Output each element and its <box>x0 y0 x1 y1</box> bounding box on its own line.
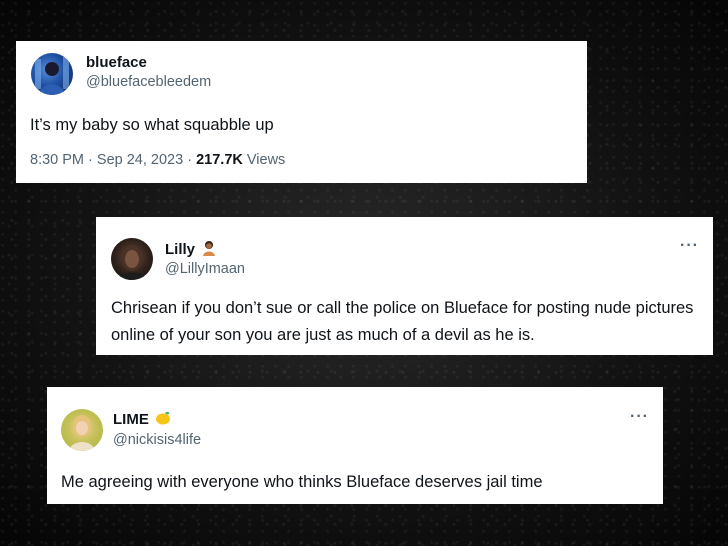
avatar[interactable] <box>61 409 103 451</box>
tweet-text: It’s my baby so what squabble up <box>30 116 274 134</box>
more-options-icon[interactable]: ··· <box>680 238 699 254</box>
profile-photo-icon <box>69 415 95 451</box>
meta-separator: · <box>88 152 93 168</box>
display-name[interactable]: Lilly <box>165 240 217 260</box>
tweet-text: Chrisean if you don’t sue or call the po… <box>111 299 694 344</box>
display-name[interactable]: blueface <box>86 54 147 71</box>
profile-photo-icon <box>117 245 147 280</box>
display-name[interactable]: LIME <box>113 410 171 430</box>
display-name-text[interactable]: LIME <box>113 411 149 428</box>
views-label: Views <box>246 152 286 168</box>
lemon-emoji-icon <box>155 410 171 430</box>
tweet-time[interactable]: 8:30 PM <box>30 152 84 168</box>
avatar[interactable] <box>31 53 73 95</box>
user-handle[interactable]: @LillyImaan <box>165 261 245 277</box>
person-emoji-icon <box>201 240 217 260</box>
tweet-card-blueface[interactable]: blueface @bluefacebleedem It’s my baby s… <box>16 41 587 183</box>
tweet-date[interactable]: Sep 24, 2023 <box>97 152 183 168</box>
tweet-card-lime[interactable]: LIME @nickisis4life ··· Me agreeing with… <box>47 387 663 504</box>
display-name-text[interactable]: Lilly <box>165 241 195 258</box>
views-count: 217.7K <box>196 152 243 168</box>
tweet-text: Me agreeing with everyone who thinks Blu… <box>61 473 543 491</box>
user-handle[interactable]: @nickisis4life <box>113 432 201 448</box>
user-handle[interactable]: @bluefacebleedem <box>86 74 211 90</box>
tweet-card-lilly[interactable]: Lilly @LillyImaan ··· Chrisean if you do… <box>96 217 713 355</box>
tweet-meta: 8:30 PM · Sep 24, 2023 · 217.7K Views <box>30 152 285 168</box>
profile-photo-icon <box>35 57 69 95</box>
more-options-icon[interactable]: ··· <box>630 409 649 425</box>
avatar[interactable] <box>111 238 153 280</box>
meta-separator: · <box>187 152 193 168</box>
